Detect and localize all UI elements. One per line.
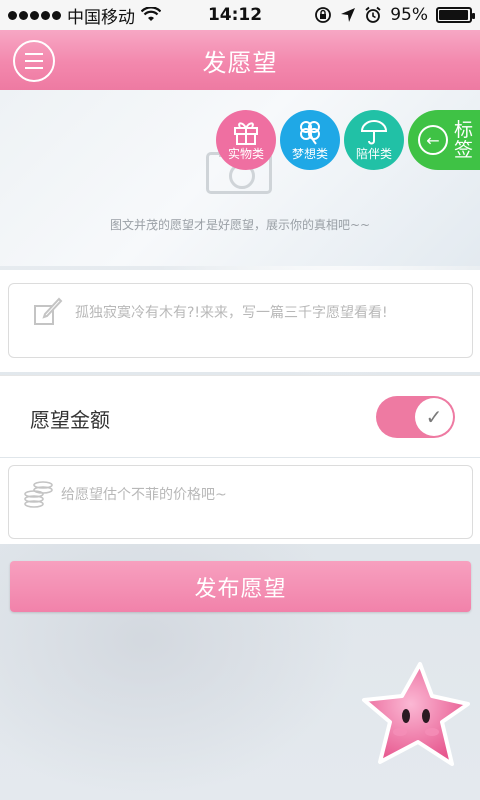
- gift-icon: [234, 121, 258, 145]
- category-company-button[interactable]: 陪伴类: [344, 110, 404, 170]
- coins-icon: [24, 481, 53, 508]
- menu-button[interactable]: [13, 40, 55, 82]
- category-company-label: 陪伴类: [355, 146, 392, 161]
- alarm-icon: [365, 6, 381, 23]
- star-mascot-icon: [362, 662, 470, 766]
- umbrella-icon: [360, 119, 388, 144]
- wish-text-input[interactable]: 孤独寂寞冷有木有?!来来，写一篇三千字愿望看看!: [8, 283, 473, 358]
- category-dream-button[interactable]: 梦想类: [280, 110, 340, 170]
- amount-row: 愿望金额 ✓: [0, 375, 480, 457]
- price-placeholder: 给愿望估个不菲的价格吧~: [61, 487, 227, 503]
- signal-icon: [8, 10, 61, 20]
- wish-text-section: 孤独寂寞冷有木有?!来来，写一篇三千字愿望看看!: [0, 270, 480, 372]
- tag-label: 标签: [454, 119, 474, 161]
- publish-label: 发布愿望: [194, 576, 287, 602]
- page-title: 发愿望: [202, 48, 278, 77]
- location-icon: [341, 8, 356, 22]
- wish-text-placeholder: 孤独寂寞冷有木有?!来来，写一篇三千字愿望看看!: [75, 305, 388, 321]
- price-input[interactable]: 给愿望估个不菲的价格吧~: [8, 465, 473, 539]
- app-header: 发愿望: [0, 30, 480, 90]
- category-dream-label: 梦想类: [291, 146, 328, 161]
- status-bar: 中国移动 14:12 95%: [0, 0, 480, 30]
- clover-icon: [300, 120, 320, 145]
- amount-toggle[interactable]: ✓: [376, 396, 455, 438]
- tag-button[interactable]: ← 标签: [408, 110, 480, 170]
- category-gift-label: 实物类: [227, 146, 264, 161]
- check-icon: ✓: [415, 398, 453, 436]
- battery-icon: [436, 7, 475, 23]
- arrow-left-icon: ←: [418, 125, 448, 155]
- rotation-lock-icon: [315, 7, 332, 23]
- wifi-icon: [141, 7, 161, 21]
- price-section: 给愿望估个不菲的价格吧~: [0, 458, 480, 544]
- photo-hint: 图文并茂的愿望才是好愿望，展示你的真相吧~~: [109, 218, 371, 232]
- edit-icon: [34, 297, 63, 325]
- amount-label: 愿望金额: [30, 408, 110, 432]
- publish-button[interactable]: 发布愿望: [10, 561, 471, 612]
- category-gift-button[interactable]: 实物类: [216, 110, 276, 170]
- battery-percent: 95%: [390, 5, 428, 25]
- clock: 14:12: [207, 5, 263, 25]
- carrier-label: 中国移动: [67, 7, 135, 28]
